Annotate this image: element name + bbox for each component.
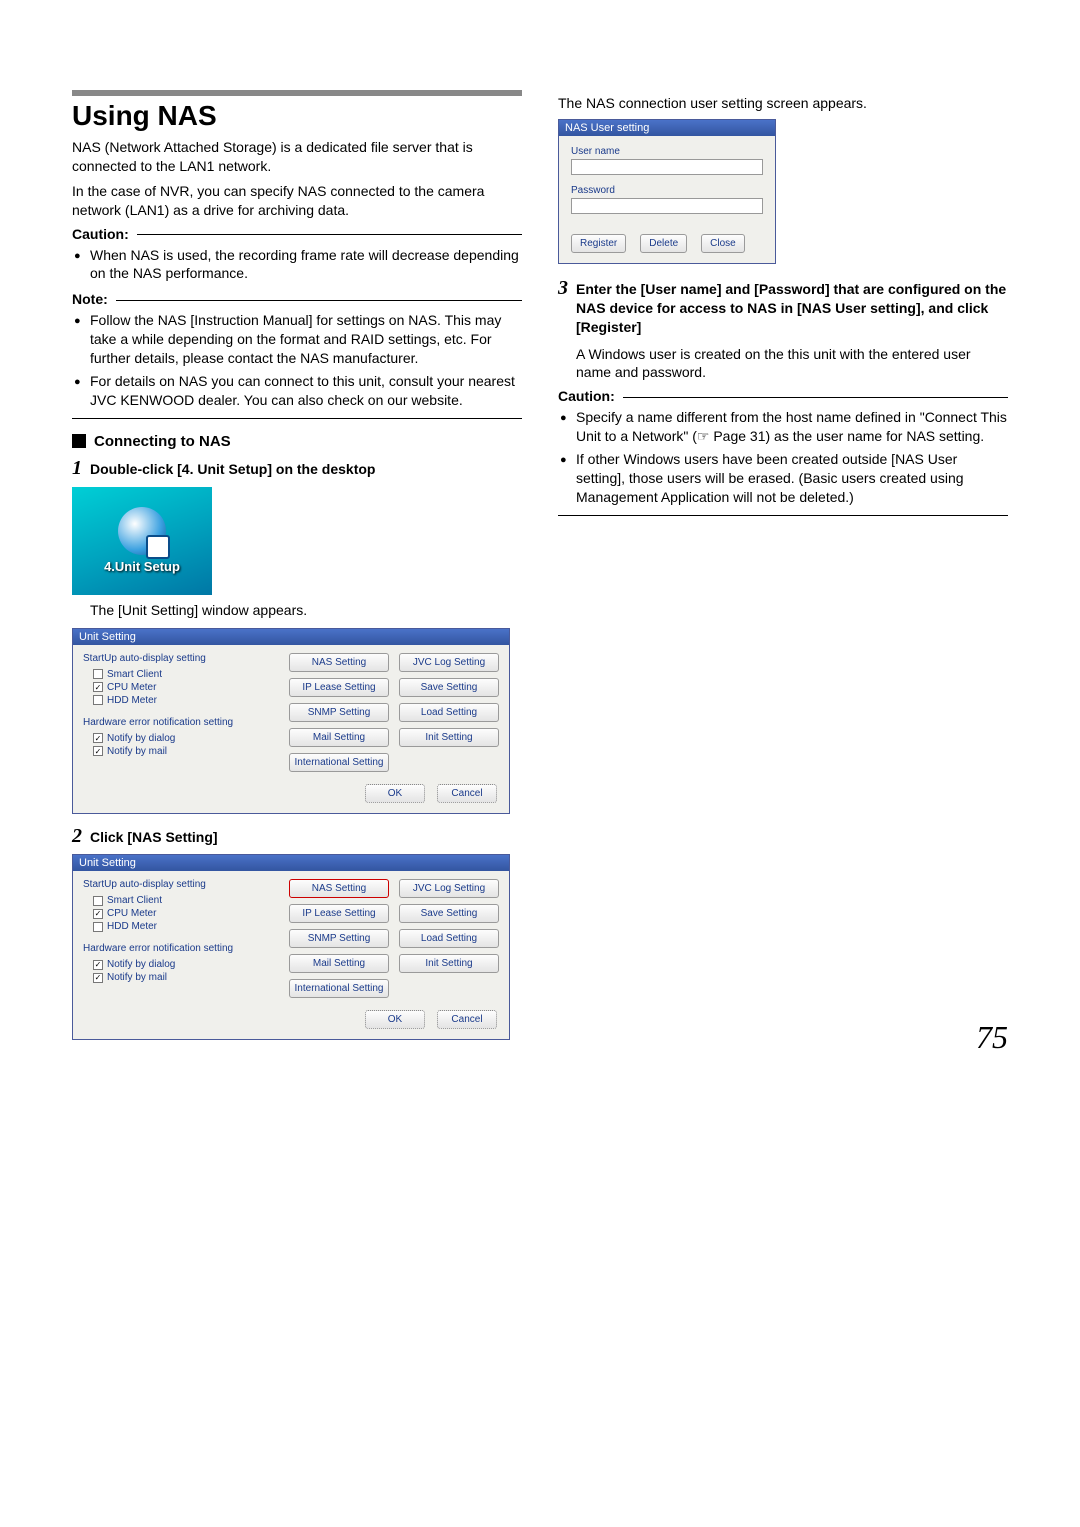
checkbox-notify-mail[interactable]: ✓Notify by mail [83, 745, 277, 758]
mail-setting-button[interactable]: Mail Setting [289, 728, 389, 747]
intro-paragraph-1: NAS (Network Attached Storage) is a dedi… [72, 138, 522, 176]
page-number: 75 [976, 1019, 1008, 1056]
cancel-button[interactable]: Cancel [437, 784, 497, 803]
caution-label: Caution: [72, 226, 129, 242]
load-setting-button[interactable]: Load Setting [399, 703, 499, 722]
ok-button[interactable]: OK [365, 784, 425, 803]
dialog-titlebar: NAS User setting [559, 120, 775, 136]
square-bullet-icon [72, 434, 86, 448]
caution-label: Caution: [558, 388, 615, 404]
checkbox-smart-client[interactable]: Smart Client [83, 668, 277, 681]
unit-setting-dialog-2: Unit Setting StartUp auto-display settin… [72, 854, 510, 1040]
intro-paragraph-2: In the case of NVR, you can specify NAS … [72, 182, 522, 220]
checkbox-cpu-meter[interactable]: ✓CPU Meter [83, 907, 277, 920]
note-label-row: Note: [72, 291, 522, 307]
step-3: 3 Enter the [User name] and [Password] t… [558, 278, 1008, 337]
nas-screen-caption: The NAS connection user setting screen a… [558, 94, 1008, 113]
right-column: The NAS connection user setting screen a… [558, 90, 1008, 1052]
caution-label-row-2: Caution: [558, 388, 1008, 404]
step-number: 3 [558, 278, 568, 298]
checkbox-notify-dialog[interactable]: ✓Notify by dialog [83, 732, 277, 745]
unit-setting-dialog-1: Unit Setting StartUp auto-display settin… [72, 628, 510, 814]
step-number: 2 [72, 826, 82, 846]
dialog-titlebar: Unit Setting [73, 629, 509, 645]
password-label: Password [571, 185, 763, 196]
step-text: Click [NAS Setting] [90, 828, 218, 847]
init-setting-button[interactable]: Init Setting [399, 954, 499, 973]
username-input[interactable] [571, 159, 763, 175]
register-button[interactable]: Register [571, 234, 626, 253]
left-column: Using NAS NAS (Network Attached Storage)… [72, 90, 522, 1052]
step-3-caption: A Windows user is created on the this un… [576, 345, 1008, 383]
checkbox-hdd-meter[interactable]: HDD Meter [83, 694, 277, 707]
heading-rule [72, 90, 522, 96]
step-1: 1 Double-click [4. Unit Setup] on the de… [72, 458, 522, 479]
delete-button[interactable]: Delete [640, 234, 687, 253]
close-button[interactable]: Close [701, 234, 745, 253]
checkbox-smart-client[interactable]: Smart Client [83, 894, 277, 907]
nas-user-setting-dialog: NAS User setting User name Password Regi… [558, 119, 776, 264]
checkbox-cpu-meter[interactable]: ✓CPU Meter [83, 681, 277, 694]
jvc-log-setting-button[interactable]: JVC Log Setting [399, 879, 499, 898]
ok-button[interactable]: OK [365, 1010, 425, 1029]
subhead-text: Connecting to NAS [94, 433, 231, 450]
ip-lease-setting-button[interactable]: IP Lease Setting [289, 904, 389, 923]
checkbox-notify-dialog[interactable]: ✓Notify by dialog [83, 958, 277, 971]
subhead-connecting: Connecting to NAS [72, 433, 522, 450]
caution-list-1: When NAS is used, the recording frame ra… [72, 246, 522, 284]
note-label: Note: [72, 291, 108, 307]
nas-setting-button-highlighted[interactable]: NAS Setting [289, 879, 389, 898]
dialog-titlebar: Unit Setting [73, 855, 509, 871]
list-item: For details on NAS you can connect to th… [90, 372, 522, 410]
international-setting-button[interactable]: International Setting [289, 753, 389, 772]
shortcut-icon [118, 507, 166, 555]
desktop-icon-label: 4.Unit Setup [104, 559, 180, 574]
load-setting-button[interactable]: Load Setting [399, 929, 499, 948]
snmp-setting-button[interactable]: SNMP Setting [289, 929, 389, 948]
step-number: 1 [72, 458, 82, 478]
step-text: Double-click [4. Unit Setup] on the desk… [90, 460, 375, 479]
unit-window-caption: The [Unit Setting] window appears. [90, 601, 522, 620]
section-rule [558, 515, 1008, 516]
list-item: When NAS is used, the recording frame ra… [90, 246, 522, 284]
save-setting-button[interactable]: Save Setting [399, 904, 499, 923]
password-input[interactable] [571, 198, 763, 214]
mail-setting-button[interactable]: Mail Setting [289, 954, 389, 973]
username-label: User name [571, 146, 763, 157]
startup-section-label: StartUp auto-display setting [83, 879, 277, 890]
cancel-button[interactable]: Cancel [437, 1010, 497, 1029]
init-setting-button[interactable]: Init Setting [399, 728, 499, 747]
international-setting-button[interactable]: International Setting [289, 979, 389, 998]
snmp-setting-button[interactable]: SNMP Setting [289, 703, 389, 722]
save-setting-button[interactable]: Save Setting [399, 678, 499, 697]
caution-label-row: Caution: [72, 226, 522, 242]
section-rule [72, 418, 522, 419]
caution-list-2: Specify a name different from the host n… [558, 408, 1008, 506]
jvc-log-setting-button[interactable]: JVC Log Setting [399, 653, 499, 672]
nas-setting-button[interactable]: NAS Setting [289, 653, 389, 672]
hw-error-section-label: Hardware error notification setting [83, 717, 277, 728]
startup-section-label: StartUp auto-display setting [83, 653, 277, 664]
unit-setup-desktop-icon[interactable]: 4.Unit Setup [72, 487, 212, 595]
step-text: Enter the [User name] and [Password] tha… [576, 280, 1008, 337]
page-heading: Using NAS [72, 100, 522, 132]
step-2: 2 Click [NAS Setting] [72, 826, 522, 847]
checkbox-notify-mail[interactable]: ✓Notify by mail [83, 971, 277, 984]
list-item: Follow the NAS [Instruction Manual] for … [90, 311, 522, 368]
note-list-1: Follow the NAS [Instruction Manual] for … [72, 311, 522, 409]
hw-error-section-label: Hardware error notification setting [83, 943, 277, 954]
list-item: Specify a name different from the host n… [576, 408, 1008, 446]
list-item: If other Windows users have been created… [576, 450, 1008, 507]
checkbox-hdd-meter[interactable]: HDD Meter [83, 920, 277, 933]
ip-lease-setting-button[interactable]: IP Lease Setting [289, 678, 389, 697]
